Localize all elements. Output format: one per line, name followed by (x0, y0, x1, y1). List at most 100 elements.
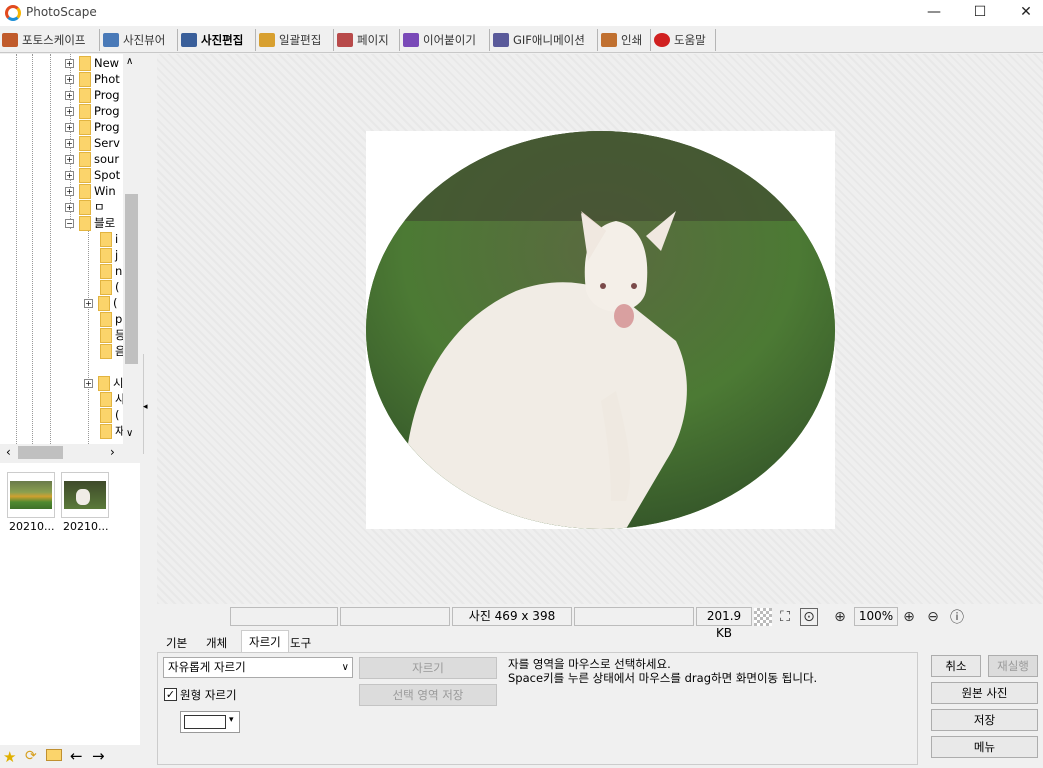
tab-combine[interactable]: 이어붙이기 (401, 29, 490, 51)
tab-basic[interactable]: 기본 (159, 632, 194, 652)
tab-photoscape[interactable]: 포토스케이프 (0, 29, 100, 51)
thumbnail[interactable] (61, 472, 109, 518)
image-canvas[interactable] (157, 54, 1043, 604)
expand-icon[interactable]: + (65, 202, 74, 212)
expand-icon[interactable]: + (65, 58, 74, 68)
tree-node[interactable]: − 블로 (65, 215, 115, 231)
tree-node[interactable]: + Serv (65, 135, 120, 151)
tab-crop[interactable]: 자르기 (241, 630, 289, 652)
tab-page[interactable]: 페이지 (335, 29, 400, 51)
tree-node[interactable]: 사 (100, 391, 126, 407)
tab-editor[interactable]: 사진편집 (179, 29, 256, 51)
tree-node[interactable]: ( (100, 279, 120, 295)
scroll-up-icon[interactable]: ∧ (126, 56, 133, 67)
expand-icon[interactable]: + (65, 186, 74, 196)
expand-icon[interactable]: + (84, 378, 93, 388)
fit-screen-icon[interactable]: ⛶ (776, 608, 794, 626)
tree-node[interactable]: + Phot (65, 71, 120, 87)
folder-icon (79, 71, 91, 87)
tree-horizontal-scrollbar[interactable]: ‹ › (0, 444, 123, 461)
circle-crop-label: 원형 자르기 (180, 688, 237, 702)
close-button[interactable]: ✕ (1003, 0, 1043, 26)
expand-icon[interactable]: + (65, 122, 74, 132)
cancel-button[interactable]: 취소 (931, 655, 981, 677)
maximize-button[interactable]: ☐ (957, 0, 1003, 26)
menu-button[interactable]: 메뉴 (931, 736, 1038, 758)
tree-node[interactable]: + Spot (65, 167, 120, 183)
open-folder-icon[interactable] (46, 749, 62, 761)
save-button[interactable]: 저장 (931, 709, 1038, 731)
back-icon[interactable]: ← (70, 747, 83, 765)
tree-node[interactable]: j (100, 247, 118, 263)
scroll-right-icon[interactable]: › (110, 445, 115, 459)
crop-mode-select[interactable]: 자유롭게 자르기 ∨ (163, 657, 353, 678)
forward-icon[interactable]: → (92, 747, 105, 765)
circular-cropped-photo[interactable] (366, 131, 835, 529)
tree-node[interactable]: p (100, 311, 122, 327)
folder-icon (98, 295, 110, 311)
folder-tree[interactable]: + New + Phot + Prog + Prog + Prog + Serv + sour… (0, 54, 140, 444)
zoom-icon[interactable]: ⊕ (831, 608, 849, 626)
folder-icon (98, 375, 110, 391)
save-selection-button[interactable]: 선택 영역 저장 (359, 684, 497, 706)
folder-icon (79, 119, 91, 135)
original-photo-button[interactable]: 원본 사진 (931, 682, 1038, 704)
redo-button[interactable]: 재실행 (988, 655, 1038, 677)
thumbnail[interactable] (7, 472, 55, 518)
transparency-icon[interactable] (754, 608, 772, 626)
refresh-icon[interactable]: ⟳ (25, 748, 37, 764)
crop-hint: Space키를 누른 상태에서 마우스를 drag하면 화면이동 됩니다. (508, 671, 818, 685)
tree-node[interactable]: + 시 (84, 375, 124, 391)
zoom-level[interactable]: 100% (854, 607, 898, 626)
actual-size-icon[interactable]: ⊙ (800, 608, 818, 626)
tab-gif[interactable]: GIF애니메이션 (491, 29, 598, 51)
panel-splitter[interactable]: ◂ (140, 54, 152, 461)
tree-node[interactable]: 음 (100, 343, 126, 359)
tab-tools[interactable]: 도구 (283, 632, 318, 652)
tree-node[interactable]: 등 (100, 327, 126, 343)
expand-icon[interactable]: + (65, 138, 74, 148)
tree-node[interactable]: ( (100, 407, 120, 423)
tree-node[interactable]: 재 (100, 423, 126, 439)
zoom-out-icon[interactable]: ⊖ (924, 608, 942, 626)
zoom-in-icon[interactable]: ⊕ (900, 608, 918, 626)
crop-color-picker[interactable]: ▾ (180, 711, 240, 733)
expand-icon[interactable]: + (65, 90, 74, 100)
minimize-button[interactable]: — (911, 0, 957, 26)
collapse-icon[interactable]: − (65, 218, 74, 228)
gif-icon (493, 33, 509, 47)
tree-node[interactable]: + sour (65, 151, 119, 167)
tree-node[interactable]: +( (84, 295, 118, 311)
tab-help[interactable]: 도움말 (652, 29, 716, 51)
expand-icon[interactable]: + (84, 298, 93, 308)
tab-object[interactable]: 개체 (199, 632, 234, 652)
tree-vertical-scrollbar[interactable]: ∧ ∨ (123, 54, 140, 444)
crop-button[interactable]: 자르기 (359, 657, 497, 679)
scroll-down-icon[interactable]: ∨ (126, 428, 133, 439)
star-icon[interactable]: ★ (3, 748, 16, 766)
tab-viewer[interactable]: 사진뷰어 (101, 29, 178, 51)
expand-icon[interactable]: + (65, 106, 74, 116)
info-icon[interactable]: ⓘ (948, 608, 966, 626)
tree-node[interactable]: + Prog (65, 103, 120, 119)
scroll-thumb[interactable] (18, 446, 63, 459)
circle-crop-checkbox[interactable]: ✓ (164, 688, 177, 701)
tree-node[interactable]: n (100, 263, 122, 279)
expand-icon[interactable]: + (65, 170, 74, 180)
expand-icon[interactable]: + (65, 74, 74, 84)
collapse-left-icon[interactable]: ◂ (143, 402, 148, 412)
tree-guide-line (16, 54, 17, 444)
tree-node[interactable]: + Prog (65, 119, 120, 135)
expand-icon[interactable]: + (65, 154, 74, 164)
tab-print[interactable]: 인쇄 (599, 29, 651, 51)
tree-node[interactable]: + ㅁ (65, 199, 105, 215)
status-field (230, 607, 338, 626)
scroll-thumb[interactable] (125, 194, 138, 364)
scroll-left-icon[interactable]: ‹ (6, 445, 11, 459)
tree-node[interactable]: + Win (65, 183, 116, 199)
tab-batch[interactable]: 일괄편집 (257, 29, 334, 51)
tree-node[interactable]: + New (65, 55, 119, 71)
tree-node[interactable]: + Prog (65, 87, 120, 103)
tree-node[interactable]: i (100, 231, 118, 247)
folder-icon (100, 343, 112, 359)
